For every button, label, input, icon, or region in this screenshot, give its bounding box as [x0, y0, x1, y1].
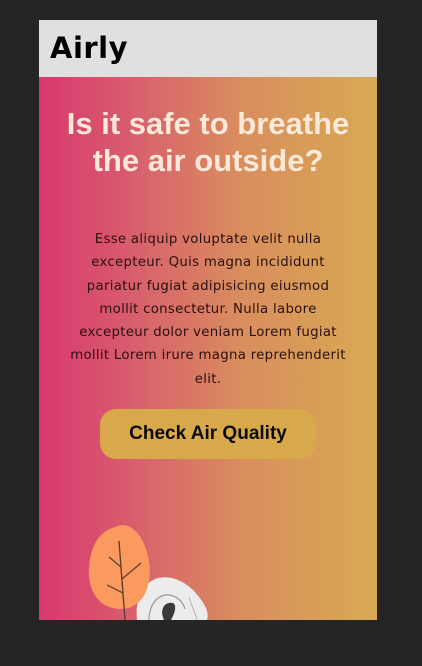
- hero-section: Is it safe to breathe the air outside? E…: [39, 77, 377, 620]
- hero-description: Esse aliquip voluptate velit nulla excep…: [70, 232, 346, 387]
- check-air-quality-button[interactable]: Check Air Quality: [100, 409, 316, 459]
- navbar: Airly: [39, 20, 377, 77]
- app-logo[interactable]: Airly: [50, 30, 128, 66]
- app-screen: Airly Is it safe to breathe the air outs…: [39, 20, 377, 620]
- leaf-illustration: [88, 525, 208, 620]
- hero-headline: Is it safe to breathe the air outside?: [66, 106, 350, 178]
